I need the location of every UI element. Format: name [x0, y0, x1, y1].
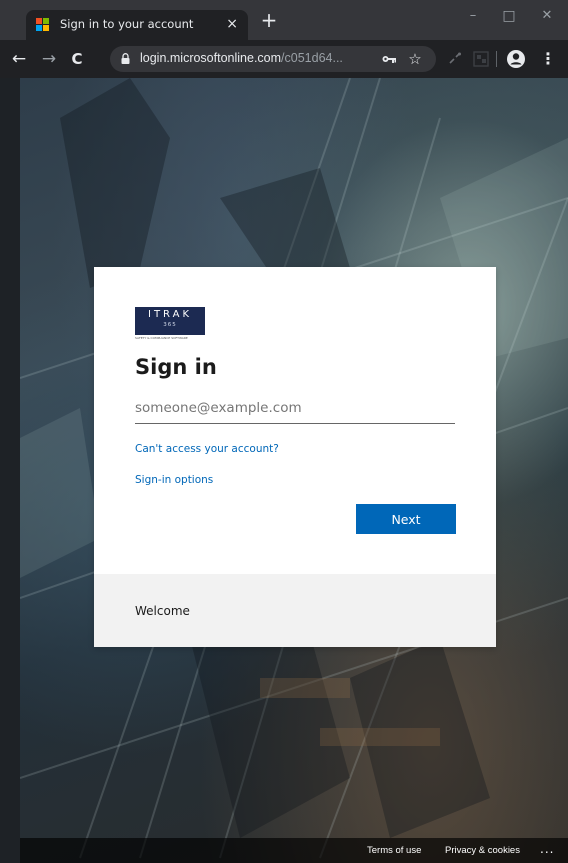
address-bar[interactable]: login.microsoftonline.com/c051d64... ☆ — [110, 46, 436, 72]
logo-subtitle: 365 — [163, 322, 177, 328]
welcome-text: Welcome — [135, 604, 190, 618]
login-page: ITRAK 365 SAFETY & COMPLIANCE SOFTWARE S… — [20, 78, 568, 863]
itrak-logo: ITRAK 365 SAFETY & COMPLIANCE SOFTWARE — [135, 307, 205, 341]
close-window-button[interactable]: ✕ — [532, 6, 562, 26]
extension-icon[interactable] — [446, 50, 464, 68]
maximize-button[interactable]: □ — [494, 6, 524, 26]
url-text[interactable]: login.microsoftonline.com/c051d64... — [140, 51, 343, 65]
star-icon[interactable]: ☆ — [406, 51, 424, 67]
page-title: Sign in — [135, 355, 217, 379]
more-options-icon[interactable]: ... — [540, 842, 554, 856]
email-field[interactable] — [135, 394, 455, 424]
card-footer: Welcome — [94, 574, 496, 647]
url-domain: login.microsoftonline.com — [140, 51, 282, 65]
account-circle-icon[interactable] — [506, 49, 526, 69]
page-footer: Terms of use Privacy & cookies ... — [20, 838, 568, 863]
signin-options-link[interactable]: Sign-in options — [135, 474, 213, 486]
new-tab-button[interactable]: + — [258, 9, 280, 31]
logo-name: ITRAK — [148, 309, 192, 320]
tab-close-icon[interactable]: × — [226, 15, 238, 33]
url-path: /c051d64... — [281, 51, 343, 65]
lock-icon — [121, 53, 130, 64]
signin-card: ITRAK 365 SAFETY & COMPLIANCE SOFTWARE S… — [94, 267, 496, 647]
back-button[interactable]: ← — [8, 48, 30, 70]
browser-tab[interactable]: Sign in to your account × — [26, 10, 248, 40]
next-button[interactable]: Next — [356, 504, 456, 534]
cant-access-account-link[interactable]: Can't access your account? — [135, 443, 279, 455]
browser-toolbar: ← → C login.microsoftonline.com/c051d64.… — [0, 40, 568, 78]
reload-button[interactable]: C — [66, 48, 88, 70]
logo-tagline: SAFETY & COMPLIANCE SOFTWARE — [135, 336, 188, 340]
tab-title: Sign in to your account — [60, 17, 194, 31]
forward-button[interactable]: → — [38, 48, 60, 70]
toolbar-divider — [496, 51, 497, 67]
browser-menu-icon[interactable]: ⋮ — [540, 49, 556, 69]
tab-strip: Sign in to your account × + – □ ✕ — [0, 0, 568, 40]
minimize-button[interactable]: – — [458, 6, 488, 26]
browser-window: Sign in to your account × + – □ ✕ ← → C … — [0, 0, 568, 863]
logo-badge: ITRAK 365 — [135, 307, 205, 335]
page-left-edge — [0, 78, 20, 863]
extension-grid-icon[interactable] — [472, 50, 490, 68]
microsoft-logo-icon — [36, 18, 50, 32]
key-icon[interactable] — [380, 51, 398, 67]
terms-of-use-link[interactable]: Terms of use — [367, 845, 421, 856]
privacy-cookies-link[interactable]: Privacy & cookies — [445, 845, 520, 856]
